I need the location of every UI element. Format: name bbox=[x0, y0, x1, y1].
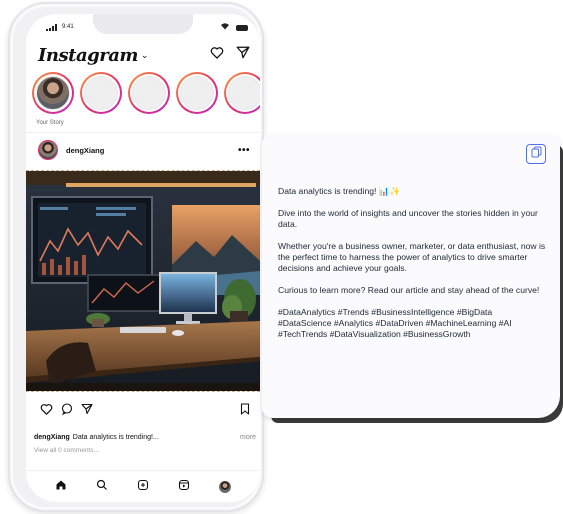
post-photo bbox=[26, 171, 260, 391]
view-comments-link[interactable]: View all 0 comments... bbox=[34, 447, 99, 454]
post-username[interactable]: dengXiang bbox=[66, 146, 104, 155]
post-header: dengXiang ••• bbox=[38, 138, 250, 162]
search-icon[interactable] bbox=[96, 478, 108, 496]
more-options-icon[interactable]: ••• bbox=[238, 145, 250, 156]
copy-icon bbox=[531, 145, 542, 163]
post-caption: dengXiang Data analytics is trending!...… bbox=[34, 434, 256, 441]
instagram-header: Instagram ⌄ bbox=[38, 44, 250, 66]
caption-text: Data analytics is trending!... bbox=[72, 434, 159, 441]
share-icon[interactable] bbox=[81, 402, 93, 420]
comment-icon[interactable] bbox=[61, 402, 73, 420]
caption-card-text: Data analytics is trending! 📊✨ Dive into… bbox=[278, 186, 546, 351]
bottom-tab-bar bbox=[26, 470, 260, 502]
battery-icon bbox=[236, 25, 248, 31]
chevron-down-icon[interactable]: ⌄ bbox=[141, 50, 149, 61]
caption-hashtags: #DataAnalytics #Trends #BusinessIntellig… bbox=[278, 307, 512, 339]
heart-icon[interactable] bbox=[40, 402, 53, 420]
phone-screen: 9:41 Instagram ⌄ Your Story dengXiang ••… bbox=[26, 14, 260, 502]
caption-card: Data analytics is trending! 📊✨ Dive into… bbox=[262, 134, 560, 418]
bookmark-icon[interactable] bbox=[240, 402, 250, 420]
caption-more-link[interactable]: more bbox=[240, 434, 256, 441]
story-item[interactable] bbox=[224, 72, 260, 114]
heart-icon[interactable] bbox=[210, 46, 224, 64]
stories-row bbox=[32, 72, 260, 114]
caption-paragraph: Data analytics is trending! 📊✨ bbox=[278, 186, 401, 196]
reels-icon[interactable] bbox=[178, 478, 190, 496]
avatar[interactable] bbox=[38, 140, 58, 160]
divider bbox=[26, 132, 260, 133]
phone-mockup: 9:41 Instagram ⌄ Your Story dengXiang ••… bbox=[8, 2, 264, 512]
story-item[interactable] bbox=[176, 72, 218, 114]
caption-username[interactable]: dengXiang bbox=[34, 434, 70, 441]
stage: 9:41 Instagram ⌄ Your Story dengXiang ••… bbox=[0, 0, 563, 514]
post-actions bbox=[40, 402, 250, 420]
signal-icon bbox=[46, 24, 57, 31]
instagram-logo[interactable]: Instagram bbox=[38, 45, 138, 66]
copy-button[interactable] bbox=[526, 144, 546, 164]
caption-paragraph: Whether you're a business owner, markete… bbox=[278, 241, 546, 273]
caption-paragraph: Dive into the world of insights and unco… bbox=[278, 208, 538, 229]
home-icon[interactable] bbox=[55, 478, 67, 496]
story-your-story[interactable] bbox=[32, 72, 74, 114]
phone-notch bbox=[93, 14, 193, 34]
story-item[interactable] bbox=[80, 72, 122, 114]
header-actions bbox=[210, 46, 250, 64]
your-story-label: Your Story bbox=[36, 120, 64, 126]
status-time: 9:41 bbox=[62, 24, 74, 30]
post-image[interactable] bbox=[26, 170, 260, 392]
wifi-icon bbox=[220, 22, 230, 32]
avatar bbox=[36, 76, 70, 110]
send-icon[interactable] bbox=[236, 46, 250, 64]
caption-paragraph: Curious to learn more? Read our article … bbox=[278, 285, 540, 295]
add-post-icon[interactable] bbox=[137, 478, 149, 496]
story-item[interactable] bbox=[128, 72, 170, 114]
profile-avatar[interactable] bbox=[219, 480, 232, 493]
